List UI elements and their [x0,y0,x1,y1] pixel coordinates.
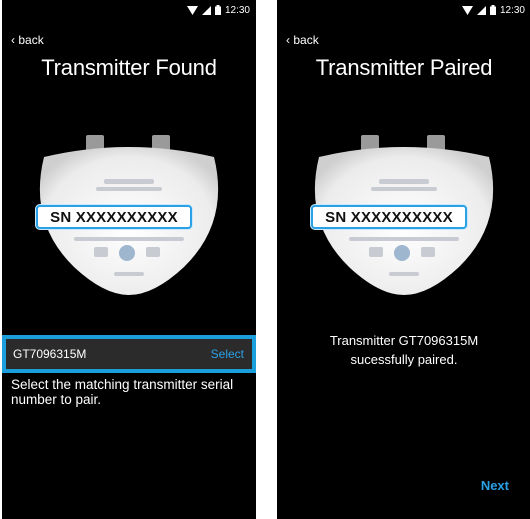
instructions-text: Select the matching transmitter serial n… [11,377,234,407]
transmitter-found-screen: 12:30 ‹ back Transmitter Found SN XXXXXX… [2,0,256,519]
status-time: 12:30 [499,4,525,16]
back-label: back [18,33,44,47]
wifi-icon [461,5,473,15]
status-time: 12:30 [224,4,250,16]
message-line: Transmitter GT7096315M [329,333,479,348]
chevron-left-icon: ‹ [286,33,290,47]
select-button[interactable]: Select [211,347,244,361]
serial-label: SN XXXXXXXXXX [36,205,192,229]
chevron-left-icon: ‹ [11,33,15,47]
message-line: sucessfully paired. [350,352,458,367]
back-label: back [293,33,319,47]
status-bar: 12:30 [186,3,250,17]
signal-icon [476,5,486,15]
signal-icon [201,5,211,15]
pairing-success-message: Transmitter GT7096315M sucessfully paire… [277,331,530,369]
wifi-icon [186,5,198,15]
back-button[interactable]: ‹ back [11,33,44,47]
battery-icon [214,5,221,15]
back-button[interactable]: ‹ back [286,33,319,47]
page-title: Transmitter Paired [315,55,493,80]
battery-icon [489,5,496,15]
serial-label: SN XXXXXXXXXX [311,205,467,229]
status-bar: 12:30 [461,3,525,17]
transmitter-list-item[interactable]: GT7096315M Select [2,335,256,373]
next-button[interactable]: Next [481,478,509,493]
transmitter-paired-screen: 12:30 ‹ back Transmitter Paired SN XXXXX… [277,0,530,519]
page-title: Transmitter Found [41,55,217,80]
transmitter-serial: GT7096315M [13,347,87,361]
